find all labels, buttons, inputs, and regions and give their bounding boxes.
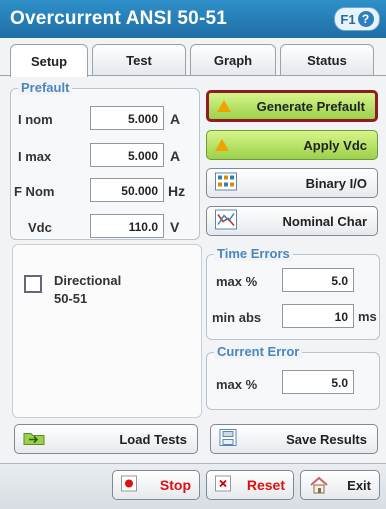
- directional-label-line2: 50-51: [54, 291, 88, 306]
- load-tests-label: Load Tests: [119, 431, 187, 447]
- chart-icon: [215, 209, 237, 233]
- help-button[interactable]: F1 ?: [334, 7, 380, 31]
- window-title: Overcurrent ANSI 50-51: [10, 8, 228, 29]
- tab-bar: Setup Test Graph Status: [0, 44, 386, 77]
- question-icon: ?: [357, 11, 374, 27]
- time-min-unit: ms: [358, 309, 377, 324]
- current-error-legend: Current Error: [214, 344, 303, 359]
- apply-vdc-button[interactable]: Apply Vdc: [206, 130, 378, 160]
- fnom-field[interactable]: 50.000: [90, 178, 164, 202]
- directional-panel: [12, 244, 202, 418]
- tab-status-label: Status: [307, 52, 347, 68]
- exit-button[interactable]: Exit: [300, 470, 380, 500]
- time-min-field[interactable]: 10: [282, 304, 354, 328]
- directional-checkbox[interactable]: [24, 275, 42, 293]
- reset-button[interactable]: Reset: [206, 470, 294, 500]
- exit-label: Exit: [347, 477, 371, 493]
- vdc-unit: V: [170, 219, 180, 235]
- current-max-field[interactable]: 5.0: [282, 370, 354, 394]
- imax-field[interactable]: 5.000: [90, 143, 164, 167]
- tab-setup[interactable]: Setup: [10, 44, 88, 77]
- stop-label: Stop: [159, 477, 191, 493]
- save-results-button[interactable]: Save Results: [210, 424, 378, 454]
- vdc-field[interactable]: 110.0: [90, 214, 164, 238]
- tab-test-label: Test: [126, 52, 152, 68]
- generate-prefault-label: Generate Prefault: [256, 98, 365, 114]
- fnom-unit: Hz: [168, 183, 186, 199]
- save-disk-icon: [219, 429, 237, 450]
- directional-label-line1: Directional: [54, 273, 122, 288]
- tab-graph[interactable]: Graph: [190, 44, 276, 75]
- time-max-label: max %: [216, 274, 258, 289]
- warning-icon: [217, 100, 231, 112]
- load-tests-button[interactable]: Load Tests: [14, 424, 198, 454]
- stop-button[interactable]: Stop: [112, 470, 200, 500]
- time-max-field[interactable]: 5.0: [282, 268, 354, 292]
- binary-io-label: Binary I/O: [305, 175, 367, 191]
- tab-graph-label: Graph: [213, 52, 253, 68]
- reset-icon: [215, 475, 231, 495]
- home-icon: [309, 476, 329, 494]
- title-bar: Overcurrent ANSI 50-51 F1 ?: [0, 0, 386, 38]
- stop-icon: [121, 475, 137, 495]
- time-errors-legend: Time Errors: [214, 246, 293, 261]
- warning-icon: [215, 139, 229, 151]
- nominal-char-button[interactable]: Nominal Char: [206, 206, 378, 236]
- reset-label: Reset: [246, 477, 285, 493]
- inom-label: I nom: [18, 112, 53, 127]
- imax-label: I max: [18, 149, 52, 164]
- directional-label: Directional 50-51: [54, 272, 121, 308]
- imax-unit: A: [170, 148, 181, 164]
- current-max-label: max %: [216, 377, 258, 392]
- help-key-label: F1: [340, 11, 356, 27]
- nominal-char-label: Nominal Char: [282, 213, 367, 229]
- tab-test[interactable]: Test: [92, 44, 186, 75]
- app-window: Overcurrent ANSI 50-51 F1 ? Setup Test G…: [0, 0, 386, 509]
- inom-field[interactable]: 5.000: [90, 106, 164, 130]
- generate-prefault-button[interactable]: Generate Prefault: [206, 90, 378, 122]
- save-results-label: Save Results: [286, 431, 367, 447]
- time-min-label: min abs: [212, 310, 262, 325]
- prefault-legend: Prefault: [18, 80, 73, 95]
- apply-vdc-label: Apply Vdc: [303, 137, 367, 153]
- vdc-label: Vdc: [28, 220, 52, 235]
- binary-io-icon: [215, 172, 237, 194]
- tab-status[interactable]: Status: [280, 44, 374, 75]
- fnom-label: F Nom: [14, 184, 55, 199]
- binary-io-button[interactable]: Binary I/O: [206, 168, 378, 198]
- inom-unit: A: [170, 111, 181, 127]
- load-folder-icon: [23, 430, 45, 449]
- tab-setup-label: Setup: [30, 53, 68, 69]
